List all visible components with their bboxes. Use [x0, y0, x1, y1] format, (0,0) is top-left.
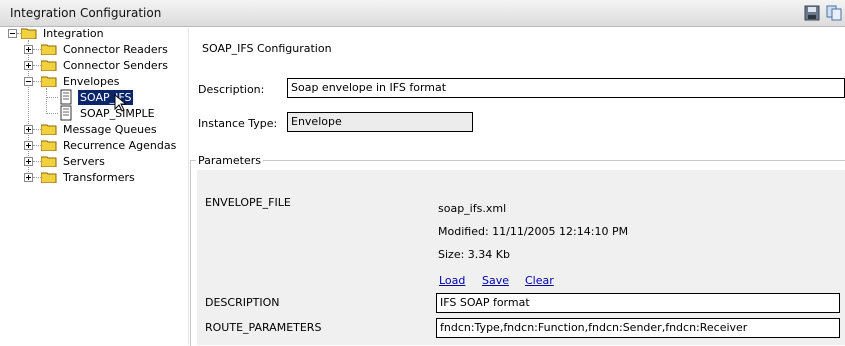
window-titlebar: Integration Configuration	[0, 0, 845, 27]
instance-type-field: Envelope	[287, 112, 473, 132]
tree-label: Connector Readers	[63, 42, 168, 56]
floppy-save-icon[interactable]	[804, 5, 820, 21]
instance-type-label: Instance Type:	[198, 117, 278, 130]
tree-root-integration[interactable]: Integration	[8, 25, 106, 41]
config-title: SOAP_IFS Configuration	[202, 42, 332, 55]
tree-item-transformers[interactable]: Transformers	[24, 169, 137, 185]
collapse-icon[interactable]	[24, 76, 33, 86]
tree-item-message-queues[interactable]: Message Queues	[24, 121, 159, 137]
tree-label: Envelopes	[63, 74, 120, 88]
tree-label: Recurrence Agendas	[63, 138, 177, 152]
expand-icon[interactable]	[24, 140, 33, 150]
tree-item-servers[interactable]: Servers	[24, 153, 107, 169]
envelope-modified: Modified: 11/11/2005 12:14:10 PM	[438, 225, 629, 238]
tree-item-soap-simple[interactable]: SOAP_SIMPLE	[46, 105, 157, 121]
tree-item-connector-senders[interactable]: Connector Senders	[24, 57, 170, 73]
folder-icon	[41, 44, 57, 55]
envelope-document-icon	[60, 89, 72, 105]
collapse-icon[interactable]	[8, 28, 17, 38]
load-link[interactable]: Load	[439, 274, 465, 287]
route-parameters-field[interactable]: fndcn:Type,fndcn:Function,fndcn:Sender,f…	[436, 318, 840, 338]
tree-label: Integration	[43, 26, 104, 40]
folder-icon	[41, 172, 57, 183]
tree-item-connector-readers[interactable]: Connector Readers	[24, 41, 170, 57]
envelope-filename: soap_ifs.xml	[438, 202, 507, 215]
tree-item-envelopes[interactable]: Envelopes	[24, 73, 121, 89]
tree-label: Connector Senders	[63, 58, 168, 72]
tree-label: Message Queues	[63, 122, 157, 136]
envelope-document-icon	[60, 105, 72, 121]
save-link[interactable]: Save	[482, 274, 509, 287]
copy-icon[interactable]	[826, 5, 842, 21]
envelope-file-label: ENVELOPE_FILE	[205, 196, 291, 209]
folder-open-icon	[21, 28, 37, 39]
expand-icon[interactable]	[24, 60, 33, 70]
folder-open-icon	[41, 76, 57, 87]
envelope-size: Size: 3.34 Kb	[438, 248, 510, 261]
folder-icon	[41, 156, 57, 167]
description-field[interactable]: Soap envelope in IFS format	[287, 78, 845, 98]
expand-icon[interactable]	[24, 44, 33, 54]
parameters-legend: Parameters	[196, 154, 263, 167]
folder-icon	[41, 60, 57, 71]
navigation-tree: Integration Connector Readers Connector …	[4, 25, 184, 345]
description-param-label: DESCRIPTION	[205, 296, 280, 309]
mouse-pointer-icon	[114, 94, 126, 112]
expand-icon[interactable]	[24, 156, 33, 166]
expand-icon[interactable]	[24, 124, 33, 134]
description-label: Description:	[198, 83, 265, 96]
window-title: Integration Configuration	[10, 6, 162, 20]
description-param-field[interactable]: IFS SOAP format	[436, 293, 840, 313]
route-parameters-label: ROUTE_PARAMETERS	[205, 321, 322, 334]
clear-link[interactable]: Clear	[525, 274, 554, 287]
expand-icon[interactable]	[24, 172, 33, 182]
folder-icon	[41, 140, 57, 151]
tree-label: Transformers	[63, 170, 135, 184]
tree-label: Servers	[63, 154, 105, 168]
pane-divider	[188, 28, 189, 345]
folder-icon	[41, 124, 57, 135]
tree-item-recurrence-agendas[interactable]: Recurrence Agendas	[24, 137, 178, 153]
